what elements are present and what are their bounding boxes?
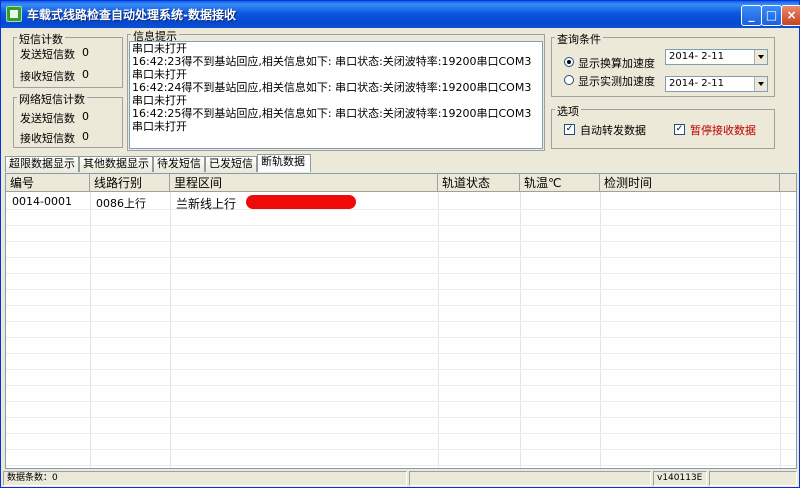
option-converted-radio[interactable] bbox=[564, 57, 574, 67]
grid-hline bbox=[6, 305, 796, 306]
column-header-track-status[interactable]: 轨道状态 bbox=[438, 174, 520, 192]
redaction-mark bbox=[246, 195, 356, 209]
grid-hline bbox=[6, 241, 796, 242]
minimize-button[interactable]: _ bbox=[741, 5, 762, 26]
status-bar: 数据条数：0 v140113E bbox=[1, 470, 799, 487]
grid-hline bbox=[6, 417, 796, 418]
start-date-value: 2014- 2-11 bbox=[669, 51, 724, 62]
grid-hline bbox=[6, 449, 796, 450]
auto-forward-label: 自动转发数据 bbox=[580, 124, 646, 137]
column-header-mileage[interactable]: 里程区间 bbox=[170, 174, 438, 192]
net-count-group: 网络短信计数 发送短信数 0 接收短信数 0 bbox=[13, 91, 123, 148]
app-icon bbox=[6, 6, 22, 22]
grid-hline bbox=[6, 257, 796, 258]
sms-recv-value: 0 bbox=[82, 68, 89, 81]
column-header-detect-time[interactable]: 检测时间 bbox=[600, 174, 780, 192]
grid-hline bbox=[6, 225, 796, 226]
option-measured-radio[interactable] bbox=[564, 75, 574, 85]
status-panel-empty bbox=[409, 471, 651, 486]
grid-hline bbox=[6, 273, 796, 274]
column-header-line[interactable]: 线路行别 bbox=[90, 174, 170, 192]
cell-line: 0086上行 bbox=[96, 197, 146, 210]
net-recv-value: 0 bbox=[82, 130, 89, 143]
table-header: 编号 线路行别 里程区间 轨道状态 轨温℃ 检测时间 bbox=[6, 174, 796, 192]
net-sent-value: 0 bbox=[82, 110, 89, 123]
sms-count-group: 短信计数 发送短信数 0 接收短信数 0 bbox=[13, 31, 123, 88]
net-sent-label: 发送短信数 bbox=[20, 112, 75, 125]
info-line: 串口未打开 bbox=[132, 68, 187, 81]
tab-broken-rail[interactable]: 断轨数据 bbox=[257, 154, 311, 172]
chevron-down-icon[interactable] bbox=[754, 77, 767, 91]
status-panel-empty bbox=[709, 471, 797, 486]
info-line: 串口未打开 bbox=[132, 94, 187, 107]
end-date-value: 2014- 2-11 bbox=[669, 78, 724, 89]
grid-hline bbox=[6, 321, 796, 322]
chevron-down-icon[interactable] bbox=[754, 50, 767, 64]
info-log[interactable]: 串口未打开 16:42:23得不到基站回应,相关信息如下: 串口状态:关闭波特率… bbox=[129, 41, 543, 149]
net-recv-label: 接收短信数 bbox=[20, 132, 75, 145]
grid-hline bbox=[6, 369, 796, 370]
option-measured-label: 显示实测加速度 bbox=[578, 75, 655, 88]
grid-hline bbox=[6, 465, 796, 466]
info-line: 串口未打开 bbox=[132, 42, 187, 55]
start-date-picker[interactable]: 2014- 2-11 bbox=[665, 49, 768, 65]
option-converted-label: 显示换算加速度 bbox=[578, 57, 655, 70]
version-label: v140113E bbox=[653, 471, 707, 486]
net-count-title: 网络短信计数 bbox=[17, 91, 87, 107]
data-table[interactable]: 编号 线路行别 里程区间 轨道状态 轨温℃ 检测时间 0014-0001 008… bbox=[5, 173, 797, 469]
end-date-picker[interactable]: 2014- 2-11 bbox=[665, 76, 768, 92]
grid-vline bbox=[600, 192, 601, 468]
maximize-button[interactable]: □ bbox=[761, 5, 782, 26]
options-group: 选项 ✓ 自动转发数据 ✓ 暂停接收数据 bbox=[551, 103, 775, 149]
grid-vline bbox=[780, 192, 781, 468]
sms-recv-label: 接收短信数 bbox=[20, 70, 75, 83]
record-count: 数据条数：0 bbox=[3, 471, 407, 486]
tab-overlimit[interactable]: 超限数据显示 bbox=[5, 156, 79, 172]
sms-sent-label: 发送短信数 bbox=[20, 48, 75, 61]
tab-sent-sms[interactable]: 已发短信 bbox=[205, 156, 257, 172]
grid-hline bbox=[6, 353, 796, 354]
auto-forward-checkbox[interactable]: ✓ bbox=[564, 124, 575, 135]
grid-hline bbox=[6, 289, 796, 290]
sms-sent-value: 0 bbox=[82, 46, 89, 59]
sms-count-title: 短信计数 bbox=[17, 31, 65, 47]
query-title: 查询条件 bbox=[555, 31, 603, 47]
cell-mileage: 兰新线上行 bbox=[176, 197, 237, 211]
grid-vline bbox=[520, 192, 521, 468]
tab-other[interactable]: 其他数据显示 bbox=[79, 156, 153, 172]
info-line: 串口未打开 bbox=[132, 120, 187, 133]
pause-receive-checkbox[interactable]: ✓ bbox=[674, 124, 685, 135]
grid-hline bbox=[6, 401, 796, 402]
cell-id: 0014-0001 bbox=[12, 195, 72, 208]
info-line: 16:42:24得不到基站回应,相关信息如下: 串口状态:关闭波特率:19200… bbox=[132, 81, 532, 94]
grid-vline bbox=[170, 192, 171, 468]
column-header-id[interactable]: 编号 bbox=[6, 174, 90, 192]
main-window: 车载式线路检查自动处理系统-数据接收 _ □ × 短信计数 发送短信数 0 接收… bbox=[0, 0, 800, 488]
close-button[interactable]: × bbox=[781, 5, 800, 26]
grid-hline bbox=[6, 337, 796, 338]
grid-hline bbox=[6, 433, 796, 434]
info-line: 16:42:25得不到基站回应,相关信息如下: 串口状态:关闭波特率:19200… bbox=[132, 107, 532, 120]
window-title: 车载式线路检查自动处理系统-数据接收 bbox=[27, 8, 236, 22]
pause-receive-label: 暂停接收数据 bbox=[690, 124, 756, 137]
title-bar[interactable]: 车载式线路检查自动处理系统-数据接收 _ □ × bbox=[1, 1, 800, 28]
info-line: 16:42:23得不到基站回应,相关信息如下: 串口状态:关闭波特率:19200… bbox=[132, 55, 532, 68]
grid-hline bbox=[6, 385, 796, 386]
column-header-rail-temp[interactable]: 轨温℃ bbox=[520, 174, 600, 192]
grid-vline bbox=[90, 192, 91, 468]
tab-pending-sms[interactable]: 待发短信 bbox=[153, 156, 205, 172]
options-title: 选项 bbox=[555, 103, 581, 119]
grid-vline bbox=[438, 192, 439, 468]
